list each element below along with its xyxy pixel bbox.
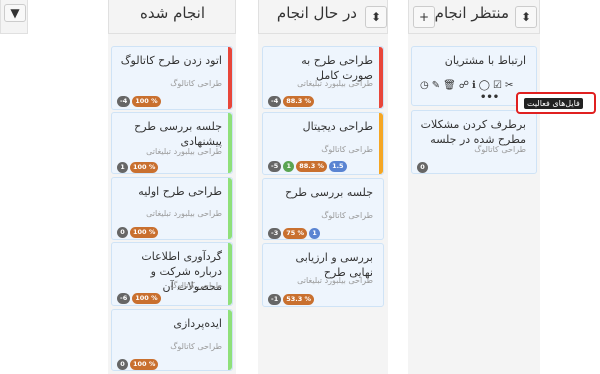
- card-project: طراحی کاتالوگ: [170, 79, 222, 88]
- sort-button[interactable]: ⬍: [515, 6, 537, 28]
- task-card[interactable]: برطرف کردن مشکلات مطرح شده در جلسه طراحی…: [411, 110, 537, 174]
- progress-badge: 88.3 %: [296, 161, 328, 172]
- card-title: جلسه بررسی طرح: [285, 186, 373, 199]
- task-card[interactable]: جلسه بررسی طرح پیشنهادی طراحی بیلبورد تب…: [111, 112, 233, 174]
- progress-badge: 100 %: [132, 293, 161, 304]
- card-project: طراحی کاتالوگ: [170, 281, 222, 290]
- card-project: طراحی کاتالوگ: [321, 211, 373, 220]
- card-project: طراحی کاتالوگ: [321, 145, 373, 154]
- status-bar: [379, 47, 383, 108]
- days-badge: -3: [268, 228, 282, 239]
- progress-badge: 100 %: [130, 162, 159, 173]
- card-project: طراحی بیلبورد تبلیغاتی: [146, 147, 222, 156]
- days-badge: -4: [117, 96, 131, 107]
- days-badge: 0: [417, 162, 428, 173]
- checkbox-icon[interactable]: ☑: [493, 80, 502, 91]
- days-badge: -6: [117, 293, 131, 304]
- progress-badge: 100 %: [130, 227, 159, 238]
- sort-button[interactable]: ⬍: [365, 6, 387, 28]
- status-bar: [228, 47, 232, 109]
- progress-badge: 75 %: [283, 228, 308, 239]
- kanban-board: ▼ انجام شده در حال انجام ⬍ + منتظر انجام…: [0, 0, 600, 374]
- card-title: اتود زدن طرح کاتالوگ: [120, 54, 222, 67]
- filter-icon: ▼: [10, 6, 20, 20]
- card-title: طراحی طرح اولیه: [138, 185, 222, 198]
- trash-icon[interactable]: 🗑: [443, 80, 456, 91]
- status-bar: [228, 178, 232, 239]
- days-badge: -4: [268, 96, 282, 107]
- brush-icon[interactable]: ✎: [432, 80, 440, 91]
- status-bar: [228, 113, 232, 173]
- sort-icon: ⬍: [520, 10, 532, 24]
- card-project: طراحی بیلبورد تبلیغاتی: [297, 79, 373, 88]
- clock-icon[interactable]: ◷: [420, 80, 429, 91]
- card-title: برطرف کردن مشکلات مطرح شده در جلسه: [420, 118, 526, 146]
- more-icon[interactable]: •••: [480, 92, 499, 103]
- task-card[interactable]: طراحی طرح به صورت کامل طراحی بیلبورد تبل…: [262, 46, 384, 109]
- column-title: در حال انجام: [276, 4, 357, 22]
- card-title: ارتباط با مشتریان: [444, 54, 526, 67]
- days-badge: 1: [117, 162, 128, 173]
- task-card[interactable]: اتود زدن طرح کاتالوگ طراحی کاتالوگ -4 10…: [111, 46, 233, 110]
- paperclip-icon[interactable]: ✂: [505, 80, 513, 91]
- progress-badge: 88.3 %: [283, 96, 315, 107]
- column-title: منتظر انجام: [434, 4, 509, 22]
- days-badge: 0: [117, 227, 128, 238]
- comments-icon[interactable]: ☍: [459, 80, 469, 91]
- hours-badge: 1.5: [329, 161, 347, 172]
- status-bar: [379, 113, 383, 174]
- progress-badge: 100 %: [130, 359, 159, 370]
- days-badge: 0: [117, 359, 128, 370]
- tooltip-text: فایل‌های فعالیت: [524, 98, 583, 109]
- column-done-header: انجام شده: [108, 0, 236, 34]
- card-project: طراحی کاتالوگ: [170, 342, 222, 351]
- info-icon[interactable]: ℹ: [472, 80, 476, 91]
- task-card[interactable]: بررسی و ارزیابی نهایی طرح طراحی بیلبورد …: [262, 243, 384, 307]
- card-title: طراحی دیجیتال: [302, 120, 373, 133]
- hours-badge: 1: [309, 228, 321, 239]
- count-badge: 1: [283, 161, 295, 172]
- card-title: ایده‌پردازی: [173, 317, 222, 330]
- progress-badge: 53.3 %: [283, 294, 315, 305]
- card-project: طراحی کاتالوگ: [474, 145, 526, 154]
- task-card[interactable]: گردآوری اطلاعات درباره شرکت و محصولات آن…: [111, 242, 233, 306]
- task-card[interactable]: جلسه بررسی طرح طراحی کاتالوگ -3 75 % 1: [262, 178, 384, 240]
- task-card[interactable]: طراحی طرح اولیه طراحی بیلبورد تبلیغاتی 0…: [111, 177, 233, 240]
- card-title: جلسه بررسی طرح پیشنهادی: [134, 120, 222, 148]
- days-badge: -5: [268, 161, 282, 172]
- status-bar: [228, 243, 232, 305]
- task-card[interactable]: ایده‌پردازی طراحی کاتالوگ 0 100 %: [111, 309, 233, 371]
- days-badge: -1: [268, 294, 282, 305]
- card-project: طراحی بیلبورد تبلیغاتی: [146, 209, 222, 218]
- filter-button[interactable]: ▼: [4, 4, 26, 22]
- card-project: طراحی بیلبورد تبلیغاتی: [297, 276, 373, 285]
- comment-icon[interactable]: ◯: [479, 80, 490, 91]
- progress-badge: 100 %: [132, 96, 161, 107]
- plus-icon: +: [418, 10, 430, 24]
- column-waiting-header: + منتظر انجام ⬍: [408, 0, 540, 34]
- column-in-progress-header: در حال انجام ⬍: [258, 0, 388, 34]
- filter-strip: ▼: [0, 0, 28, 34]
- status-bar: [228, 310, 232, 370]
- add-task-button[interactable]: +: [413, 6, 435, 28]
- task-card[interactable]: طراحی دیجیتال طراحی کاتالوگ -5 1 88.3 % …: [262, 112, 384, 175]
- sort-icon: ⬍: [370, 10, 382, 24]
- column-title: انجام شده: [140, 4, 205, 22]
